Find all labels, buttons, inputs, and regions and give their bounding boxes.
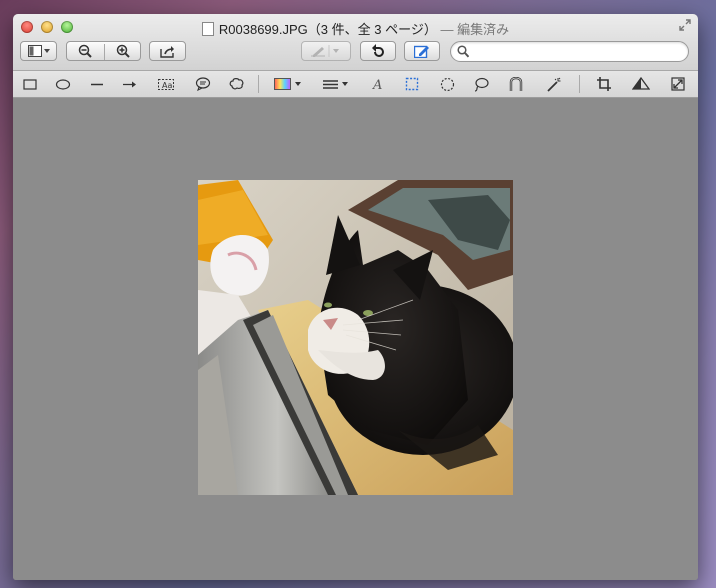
rectangle-icon: [23, 78, 37, 90]
font-icon: A: [372, 78, 382, 91]
crop-tool[interactable]: [595, 76, 613, 92]
sidebar-button[interactable]: [20, 41, 57, 61]
text-box-icon: Aa: [158, 78, 174, 90]
instant-alpha-tool[interactable]: [545, 76, 563, 92]
zoom-in-icon: [116, 44, 130, 58]
line-icon: [91, 83, 103, 85]
edit-icon: [414, 45, 429, 58]
adjust-color-icon: [632, 77, 650, 90]
sidebar-icon: [27, 45, 50, 57]
rect-select-tool[interactable]: [403, 76, 421, 92]
adjust-size-tool[interactable]: [669, 76, 687, 92]
rotate-icon: [372, 44, 384, 57]
zoom-out-button[interactable]: [66, 41, 103, 61]
annotation-toolbar: Aa A: [13, 71, 698, 98]
title-bar: R0038699.JPG（3 件、全 3 ページ） — 編集済み: [13, 14, 698, 71]
cat-photo[interactable]: [198, 180, 513, 495]
fullscreen-icon[interactable]: [678, 19, 692, 33]
edit-toolbar-button[interactable]: [404, 41, 440, 61]
text-box-tool[interactable]: Aa: [157, 76, 175, 92]
image-canvas: [13, 98, 698, 580]
font-tool[interactable]: A: [369, 76, 387, 92]
title-page-count: （3 件、全 3 ページ）: [307, 22, 437, 37]
line-weight-icon: [323, 80, 348, 89]
ellipse-select-icon: [440, 77, 454, 91]
smart-lasso-tool[interactable]: [507, 76, 525, 92]
crop-icon: [597, 77, 611, 91]
thought-bubble-tool[interactable]: [228, 76, 246, 92]
search-input[interactable]: [473, 44, 677, 60]
smart-lasso-icon: [509, 76, 523, 91]
document-icon: [201, 22, 214, 36]
color-picker[interactable]: [274, 76, 304, 92]
speech-bubble-icon: [195, 77, 211, 91]
toolbar-separator: [258, 75, 259, 93]
color-icon: [274, 78, 301, 90]
ellipse-select-tool[interactable]: [438, 76, 456, 92]
search-icon: [457, 45, 469, 58]
pen-button[interactable]: [301, 41, 351, 61]
oval-icon: [55, 78, 71, 90]
thought-bubble-icon: [229, 78, 244, 90]
arrow-tool[interactable]: [121, 76, 139, 92]
line-tool[interactable]: [88, 76, 106, 92]
zoom-in-button[interactable]: [104, 41, 141, 61]
rect-select-icon: [405, 77, 419, 91]
zoom-out-icon: [78, 44, 92, 58]
rotate-button[interactable]: [360, 41, 396, 61]
pen-icon: [311, 45, 339, 57]
svg-text:A: A: [372, 78, 382, 91]
adjust-size-icon: [671, 77, 685, 91]
oval-tool[interactable]: [54, 76, 72, 92]
line-weight-picker[interactable]: [322, 76, 352, 92]
preview-window: R0038699.JPG（3 件、全 3 ページ） — 編集済み Aa A: [13, 14, 698, 580]
speech-bubble-tool[interactable]: [194, 76, 212, 92]
arrow-icon: [123, 81, 136, 87]
lasso-icon: [474, 77, 489, 92]
toolbar-separator: [579, 75, 580, 93]
share-icon: [159, 45, 174, 58]
svg-text:Aa: Aa: [162, 81, 172, 90]
window-title: R0038699.JPG（3 件、全 3 ページ） — 編集済み: [13, 19, 698, 38]
lasso-tool[interactable]: [472, 76, 490, 92]
instant-alpha-icon: [547, 77, 561, 92]
rectangle-tool[interactable]: [21, 76, 39, 92]
title-filename: R0038699.JPG: [218, 22, 308, 37]
title-edited-status: — 編集済み: [440, 22, 510, 37]
search-field[interactable]: [450, 41, 689, 62]
share-button[interactable]: [149, 41, 186, 61]
adjust-color-tool[interactable]: [632, 76, 650, 92]
